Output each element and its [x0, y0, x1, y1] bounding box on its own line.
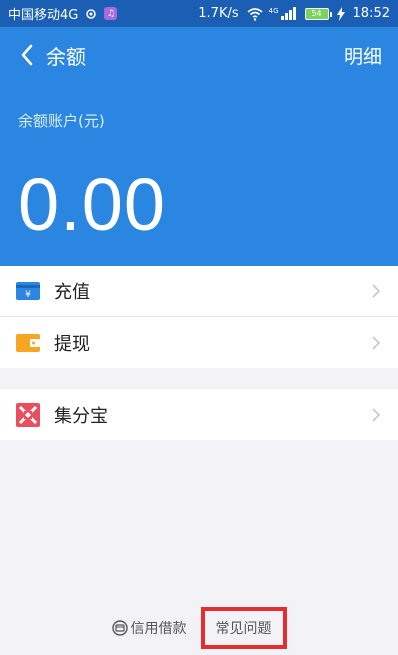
chevron-right-icon: [372, 284, 381, 298]
section-divider: [0, 368, 398, 389]
jifenbao-icon: [16, 402, 40, 427]
withdraw-label: 提现: [54, 333, 90, 355]
faq-link[interactable]: 常见问题: [200, 607, 287, 649]
battery-level: 54: [311, 9, 322, 18]
jifenbao-list: 集分宝: [0, 389, 398, 440]
status-bar: 中国移动4G ♫ 1.7K/s 4G 54 18:52: [0, 0, 398, 27]
jifenbao-label: 集分宝: [54, 405, 108, 427]
recharge-label: 充值: [54, 282, 90, 303]
detail-button[interactable]: 明细: [344, 42, 386, 69]
network-type: 4G: [268, 7, 279, 15]
signal-icon: 4G: [269, 7, 297, 20]
withdraw-icon: [16, 331, 40, 355]
charging-icon: [336, 6, 345, 21]
credit-loan-label: 信用借款: [130, 621, 187, 637]
list-item-recharge[interactable]: ¥ 充值: [0, 266, 398, 317]
battery-icon: 54: [304, 7, 332, 20]
network-speed: 1.7K/s: [198, 6, 239, 21]
balance-label: 余额账户(元): [18, 112, 105, 130]
page-title: 余额: [46, 44, 86, 69]
faq-label: 常见问题: [215, 621, 272, 637]
music-app-icon: ♫: [104, 7, 118, 20]
balance-actions-list: ¥ 充值 提现: [0, 266, 398, 368]
footer-links: 信用借款 常见问题: [0, 605, 398, 651]
notification-icon: [84, 7, 98, 21]
svg-text:¥: ¥: [25, 290, 31, 300]
chevron-right-icon: [372, 407, 381, 422]
chevron-left-icon: [21, 44, 33, 66]
carrier-label: 中国移动4G: [8, 8, 79, 23]
list-item-jifenbao[interactable]: 集分宝: [0, 389, 398, 440]
list-item-withdraw[interactable]: 提现: [0, 317, 398, 368]
chevron-right-icon: [372, 335, 381, 350]
wifi-icon: [247, 7, 263, 21]
balance-header: 余额 明细 余额账户(元) 0.00: [0, 27, 398, 266]
credit-loan-icon: [111, 620, 128, 636]
recharge-icon: ¥: [16, 279, 40, 303]
back-button[interactable]: [12, 35, 42, 75]
balance-amount: 0.00: [18, 163, 167, 246]
credit-loan-link[interactable]: 信用借款: [111, 618, 187, 638]
clock: 18:52: [352, 6, 390, 21]
nav-bar: 余额 明细: [0, 27, 398, 83]
